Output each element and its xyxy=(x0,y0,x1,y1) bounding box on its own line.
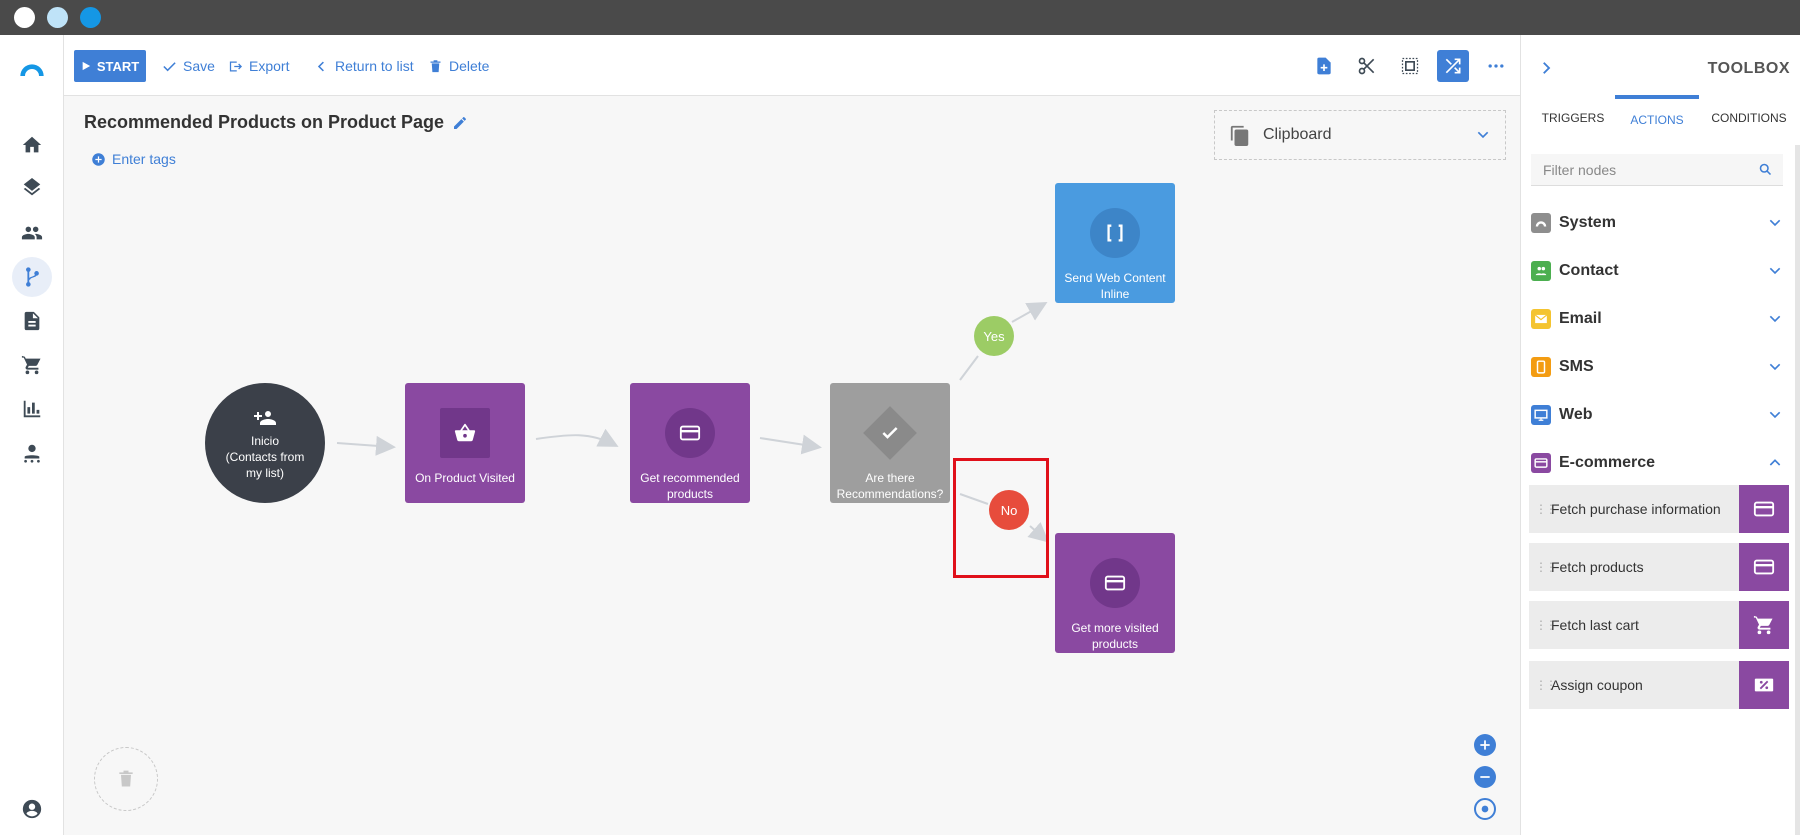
coupon-icon xyxy=(1739,661,1789,709)
chevron-down-icon xyxy=(1769,315,1781,323)
trash-drop-zone[interactable] xyxy=(94,747,158,811)
credit-card-icon xyxy=(1739,485,1789,533)
category-label: E-commerce xyxy=(1559,454,1656,471)
tab-actions[interactable]: ACTIONS xyxy=(1615,95,1699,141)
node-get-more-visited-products[interactable]: Get more visited products xyxy=(1055,533,1175,653)
cart-icon xyxy=(1739,601,1789,649)
drag-handle-icon[interactable]: ⋮⋮ xyxy=(1529,678,1557,692)
branch-yes-label: Yes xyxy=(983,328,1005,344)
web-icon xyxy=(1531,405,1551,425)
category-label: Contact xyxy=(1559,262,1619,279)
branch-yes[interactable]: Yes xyxy=(974,316,1014,356)
node-label: Get recommended products xyxy=(640,471,740,501)
start-node-subtitle: (Contacts from my list) xyxy=(225,450,305,480)
zoom-out-button[interactable] xyxy=(1474,766,1496,788)
basket-icon xyxy=(454,423,476,442)
tab-conditions[interactable]: CONDITIONS xyxy=(1701,95,1797,141)
node-label: Get more visited products xyxy=(1071,621,1159,651)
action-label: Fetch products xyxy=(1551,559,1644,575)
edge-visited-to-recommended xyxy=(535,428,619,447)
edge-condition-to-yes xyxy=(959,355,979,381)
category-contact[interactable]: Contact xyxy=(1531,251,1793,291)
category-label: Web xyxy=(1559,406,1593,423)
drag-handle-icon[interactable]: ⋮⋮ xyxy=(1529,560,1557,574)
contact-icon xyxy=(1531,261,1551,281)
action-fetch-purchase-information[interactable]: ⋮⋮ Fetch purchase information xyxy=(1529,485,1789,533)
node-label: Send Web Content Inline xyxy=(1064,271,1166,301)
start-node-title: Inicio xyxy=(250,434,279,448)
action-label: Fetch purchase information xyxy=(1551,501,1721,517)
drag-handle-icon[interactable]: ⋮⋮ xyxy=(1529,502,1557,516)
chevron-right-icon[interactable] xyxy=(1537,59,1555,77)
node-on-product-visited[interactable]: On Product Visited xyxy=(405,383,525,503)
action-label: Fetch last cart xyxy=(1551,617,1639,633)
zoom-reset-button[interactable] xyxy=(1474,798,1496,820)
toolbox-tabs: TRIGGERS ACTIONS CONDITIONS xyxy=(1521,95,1800,141)
node-send-web-content-inline[interactable]: Send Web Content Inline xyxy=(1055,183,1175,303)
highlight-box xyxy=(953,458,1049,578)
diamond-check-icon xyxy=(863,406,917,460)
chevron-down-icon xyxy=(1769,411,1781,419)
edge-yes-to-web xyxy=(1011,302,1048,323)
credit-card-icon xyxy=(1104,575,1126,591)
tab-triggers[interactable]: TRIGGERS xyxy=(1531,95,1615,141)
node-are-there-recommendations[interactable]: Are there Recommendations? xyxy=(830,383,950,503)
chevron-down-icon xyxy=(1769,219,1781,227)
category-label: System xyxy=(1559,214,1616,231)
category-web[interactable]: Web xyxy=(1531,395,1793,435)
toolbox-scrollbar[interactable] xyxy=(1795,145,1800,835)
action-fetch-products[interactable]: ⋮⋮ Fetch products xyxy=(1529,543,1789,591)
add-contacts-icon xyxy=(254,411,276,425)
category-system[interactable]: System xyxy=(1531,203,1793,243)
ecommerce-icon xyxy=(1531,453,1551,473)
chevron-down-icon xyxy=(1769,363,1781,371)
edge-start-to-visited xyxy=(336,435,396,456)
node-get-recommended-products[interactable]: Get recommended products xyxy=(630,383,750,503)
search-icon xyxy=(1759,163,1772,176)
email-icon xyxy=(1531,309,1551,329)
sms-icon xyxy=(1531,357,1551,377)
edge-recommended-to-condition xyxy=(759,434,822,455)
chevron-down-icon xyxy=(1769,267,1781,275)
category-email[interactable]: Email xyxy=(1531,299,1793,339)
chevron-up-icon xyxy=(1769,459,1781,466)
node-label: Are there Recommendations? xyxy=(836,471,944,501)
category-sms[interactable]: SMS xyxy=(1531,347,1793,387)
plus-icon xyxy=(1480,740,1490,750)
credit-card-icon xyxy=(679,425,701,441)
drag-handle-icon[interactable]: ⋮⋮ xyxy=(1529,618,1557,632)
category-ecommerce[interactable]: E-commerce xyxy=(1531,443,1793,483)
action-label: Assign coupon xyxy=(1551,677,1643,693)
minus-icon xyxy=(1480,776,1490,778)
target-icon xyxy=(1481,805,1489,813)
toolbox-title: TOOLBOX xyxy=(1707,60,1790,77)
system-icon xyxy=(1531,213,1551,233)
category-label: Email xyxy=(1559,310,1602,327)
trash-icon xyxy=(119,770,133,787)
start-node[interactable]: Inicio (Contacts from my list) xyxy=(205,383,325,503)
zoom-in-button[interactable] xyxy=(1474,734,1496,756)
category-label: SMS xyxy=(1559,358,1594,375)
action-assign-coupon[interactable]: ⋮⋮ Assign coupon xyxy=(1529,661,1789,709)
action-fetch-last-cart[interactable]: ⋮⋮ Fetch last cart xyxy=(1529,601,1789,649)
credit-card-icon xyxy=(1739,543,1789,591)
filter-placeholder: Filter nodes xyxy=(1543,161,1617,178)
toolbox-panel: TOOLBOX TRIGGERS ACTIONS CONDITIONS Filt… xyxy=(1520,35,1800,835)
node-label: On Product Visited xyxy=(415,471,515,485)
filter-nodes-input[interactable]: Filter nodes xyxy=(1531,154,1783,186)
brackets-icon xyxy=(1107,224,1123,242)
